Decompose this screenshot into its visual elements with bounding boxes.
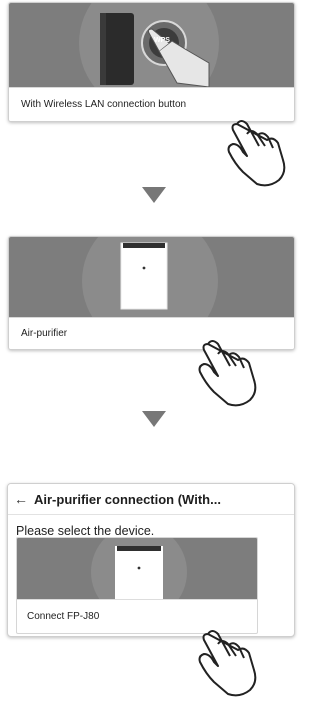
air-purifier-illustration [9,237,294,317]
device-card-fp-j80[interactable]: Connect FP-J80 [16,537,258,634]
pointing-hand-icon [198,340,257,407]
app-screen: ← Air-purifier connection (With... Pleas… [7,483,295,637]
pointing-hand-icon [198,630,257,697]
pointing-hand-icon [227,120,286,187]
device-illustration [17,538,257,599]
air-purifier-icon [82,237,218,317]
back-arrow-icon[interactable]: ← [8,491,34,507]
app-bar: ← Air-purifier connection (With... [8,484,294,515]
wireless-lan-button-card[interactable]: WPS With Wireless LAN connection button [8,2,295,122]
page-title: Air-purifier connection (With... [34,491,221,507]
air-purifier-icon [91,538,187,599]
down-arrow-icon [142,411,166,427]
router-and-hand-icon [79,3,219,87]
down-arrow-icon [142,187,166,203]
select-device-prompt: Please select the device. [16,524,155,538]
wps-illustration: WPS [9,3,294,87]
wps-badge-label: WPS [154,37,170,44]
